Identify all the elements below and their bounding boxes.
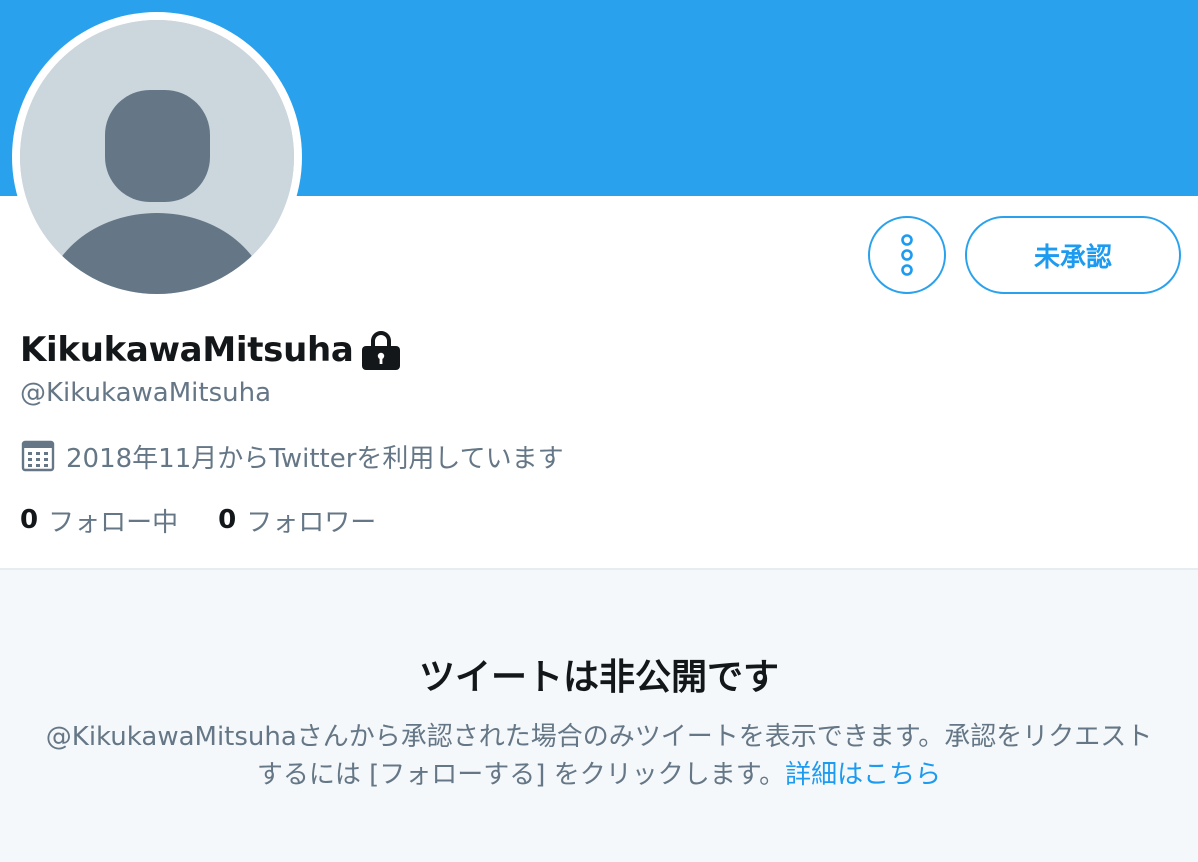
calendar-icon xyxy=(21,440,55,472)
followers-count: 0 xyxy=(218,505,237,535)
followers-label: フォロワー xyxy=(246,507,377,538)
more-options-button[interactable] xyxy=(868,216,946,294)
pending-button-label: 未承認 xyxy=(1033,242,1112,273)
join-date-text: 2018年11月からTwitterを利用しています xyxy=(66,443,564,474)
more-vertical-icon xyxy=(901,234,913,276)
pending-follow-button[interactable]: 未承認 xyxy=(965,216,1181,294)
followers-stat[interactable]: 0 フォロワー xyxy=(218,502,376,539)
lock-icon xyxy=(361,331,400,370)
following-label: フォロー中 xyxy=(48,507,179,538)
avatar[interactable] xyxy=(12,12,302,302)
default-avatar-icon xyxy=(20,20,294,294)
profile-stats: 0 フォロー中 0 フォロワー xyxy=(20,500,416,540)
protected-title: ツイートは非公開です xyxy=(418,657,779,698)
join-date: 2018年11月からTwitterを利用しています xyxy=(20,436,564,476)
display-name-row: KikukawaMitsuha xyxy=(20,328,402,372)
profile-page: 未承認 KikukawaMitsuha @KikukawaMitsuha 201… xyxy=(0,0,1198,862)
following-count: 0 xyxy=(20,505,39,535)
protected-body-text: @KikukawaMitsuhaさんから承認された場合のみツイートを表示できます… xyxy=(45,722,1153,790)
following-stat[interactable]: 0 フォロー中 xyxy=(20,502,178,539)
learn-more-link[interactable]: 詳細はこちら xyxy=(785,760,941,790)
protected-description: @KikukawaMitsuhaさんから承認された場合のみツイートを表示できます… xyxy=(40,718,1158,794)
protected-tweets-notice: ツイートは非公開です @KikukawaMitsuhaさんから承認された場合のみ… xyxy=(0,568,1198,862)
display-name: KikukawaMitsuha xyxy=(20,330,354,370)
user-handle: @KikukawaMitsuha xyxy=(20,378,272,408)
